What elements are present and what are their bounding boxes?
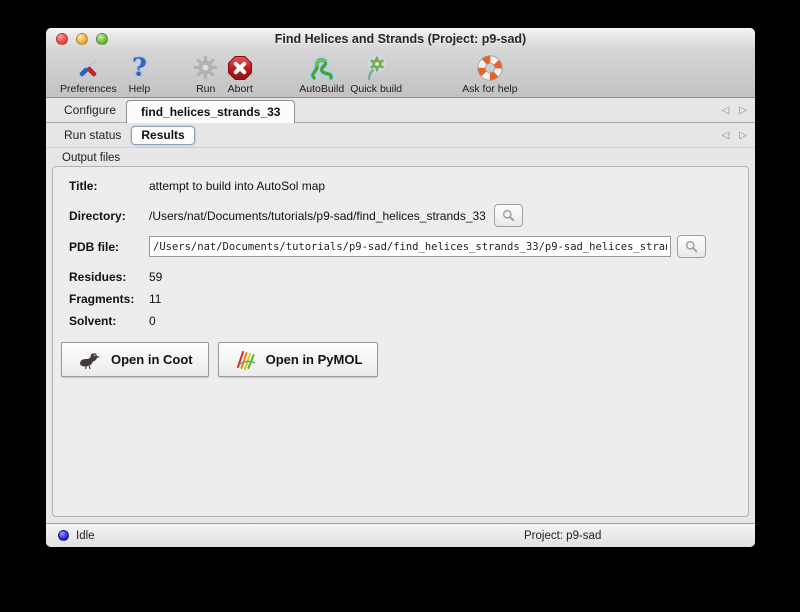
results-panel: Output files Title: attempt to build int… — [46, 148, 755, 523]
directory-label: Directory: — [69, 208, 126, 223]
tab-scroll-arrows: ◁ ▷ — [722, 98, 747, 122]
abort-icon — [227, 52, 253, 83]
field-row-pdb-file: PDB file: — [69, 235, 732, 258]
toolbar-quick-build-button[interactable]: Quick build — [350, 51, 402, 95]
toolbar-label: Quick build — [350, 83, 403, 95]
title-value: attempt to build into AutoSol map — [149, 179, 326, 193]
tab-results[interactable]: Results — [131, 125, 195, 145]
toolbar-label: Run — [196, 83, 216, 95]
magnifier-icon — [685, 240, 698, 253]
toolbar-preferences-button[interactable]: Preferences — [60, 51, 117, 95]
toolbar-label: Help — [128, 83, 151, 95]
tab-find-helices-strands-33[interactable]: find_helices_strands_33 — [126, 100, 296, 123]
title-bar: Find Helices and Strands (Project: p9-sa… — [46, 28, 755, 49]
residues-value: 59 — [149, 270, 163, 284]
fragments-label: Fragments: — [69, 292, 135, 306]
tab-scroll-right-icon[interactable]: ▷ — [739, 105, 747, 116]
pdb-file-input[interactable] — [149, 236, 671, 257]
toolbar-label: Abort — [227, 83, 253, 95]
open-in-coot-button[interactable]: Open in Coot — [61, 342, 209, 377]
run-gear-icon — [192, 52, 219, 83]
toolbar-abort-button[interactable]: Abort — [227, 51, 253, 95]
fragments-value: 11 — [149, 292, 162, 306]
field-row-directory: Directory: /Users/nat/Documents/tutorial… — [69, 204, 732, 227]
output-files-groupbox: Title: attempt to build into AutoSol map… — [52, 166, 749, 517]
title-label: Title: — [69, 179, 98, 193]
field-row-solvent: Solvent: 0 — [69, 314, 732, 328]
residues-label: Residues: — [69, 270, 127, 284]
action-buttons-row: Open in Coot Open in PyMOL — [61, 342, 748, 377]
toolbar-help-button[interactable]: ? Help — [129, 51, 151, 95]
solvent-value: 0 — [149, 314, 156, 328]
directory-browse-button[interactable] — [493, 204, 523, 227]
sub-tab-bar: Run status Results ◁ ▷ — [46, 123, 755, 148]
window-title: Find Helices and Strands (Project: p9-sa… — [274, 32, 527, 46]
status-idle-dot-icon — [58, 530, 69, 541]
help-icon: ? — [132, 53, 147, 82]
toolbar-autobuild-button[interactable]: AutoBuild — [299, 51, 344, 95]
tab-configure[interactable]: Configure — [46, 103, 126, 122]
solvent-label: Solvent: — [69, 314, 117, 328]
directory-value: /Users/nat/Documents/tutorials/p9-sad/fi… — [149, 208, 486, 223]
toolbar: Preferences ? Help Run Abort AutoBuild Q… — [46, 49, 755, 98]
pdb-file-browse-button[interactable] — [677, 235, 706, 258]
tools-icon — [74, 52, 102, 83]
toolbar-run-button[interactable]: Run — [192, 51, 219, 95]
magnifier-icon — [502, 209, 515, 222]
toolbar-label: Ask for help — [462, 83, 518, 95]
open-in-pymol-label: Open in PyMOL — [265, 352, 363, 367]
autobuild-icon — [307, 52, 337, 83]
pymol-ribbon-icon — [236, 350, 255, 370]
app-window: Find Helices and Strands (Project: p9-sa… — [46, 28, 755, 547]
tab-scroll-left-icon[interactable]: ◁ — [722, 105, 730, 116]
field-row-fragments: Fragments: 11 — [69, 292, 732, 306]
tab-scroll-arrows: ◁ ▷ — [722, 123, 747, 147]
output-files-section-label: Output files — [62, 152, 121, 164]
field-row-residues: Residues: 59 — [69, 270, 732, 284]
lifering-icon — [475, 52, 505, 83]
toolbar-label: AutoBuild — [299, 83, 345, 95]
tab-scroll-left-icon[interactable]: ◁ — [722, 130, 730, 141]
status-text: Idle — [76, 529, 95, 542]
quick-build-icon — [361, 52, 391, 83]
status-bar: Idle Project: p9-sad — [46, 523, 755, 547]
main-tab-bar: Configure find_helices_strands_33 ◁ ▷ — [46, 98, 755, 123]
open-in-pymol-button[interactable]: Open in PyMOL — [217, 342, 379, 377]
toolbar-ask-for-help-button[interactable]: Ask for help — [462, 51, 518, 95]
open-in-coot-label: Open in Coot — [111, 352, 193, 367]
pdb-file-label: PDB file: — [69, 239, 120, 254]
toolbar-label: Preferences — [60, 83, 117, 95]
project-label: Project: p9-sad — [524, 529, 602, 542]
tab-run-status[interactable]: Run status — [46, 128, 131, 142]
field-row-title: Title: attempt to build into AutoSol map — [69, 179, 732, 193]
tab-scroll-right-icon[interactable]: ▷ — [739, 130, 747, 141]
coot-bird-icon — [80, 352, 101, 369]
